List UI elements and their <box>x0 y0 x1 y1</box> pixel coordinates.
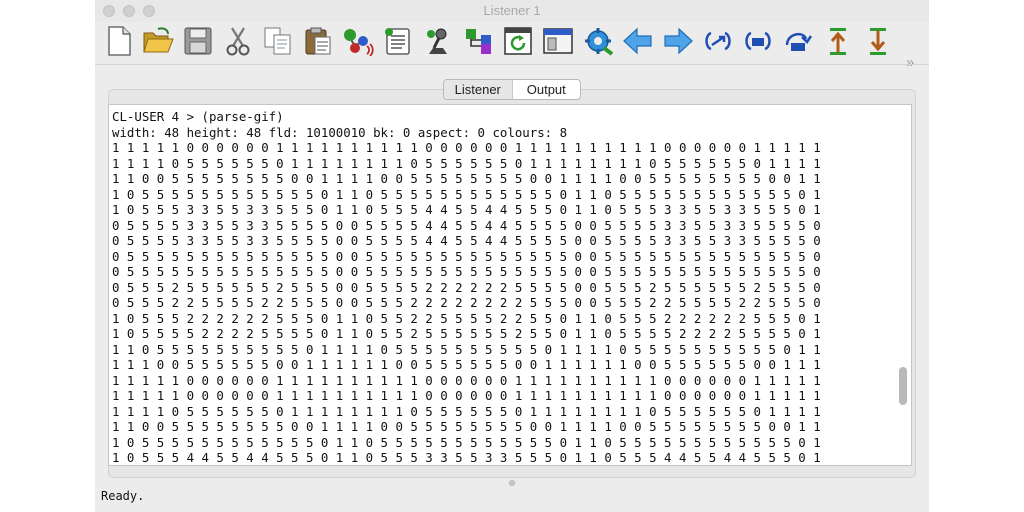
output-line: 0 5 5 5 2 5 5 5 5 5 5 2 5 5 5 0 0 5 5 5 … <box>112 279 821 295</box>
output-line: 1 0 5 5 5 5 5 5 5 5 5 5 5 5 0 1 1 0 5 5 … <box>112 186 821 202</box>
title-bar: Listener 1 <box>95 0 929 22</box>
upload-icon[interactable] <box>822 24 854 58</box>
browser-icon[interactable] <box>462 24 494 58</box>
listener-window: Listener 1 » Listener Output CL-USER 4 >… <box>95 0 929 512</box>
back-arrow-icon[interactable] <box>622 24 654 58</box>
paste-icon[interactable] <box>302 24 334 58</box>
forward-arrow-icon[interactable] <box>662 24 694 58</box>
tab-listener[interactable]: Listener <box>444 80 513 99</box>
window-title: Listener 1 <box>483 3 541 18</box>
output-line: 0 5 5 5 5 5 5 5 5 5 5 5 5 5 5 0 0 5 5 5 … <box>112 264 821 279</box>
toolbar-separator <box>95 64 929 65</box>
output-line: 1 1 0 0 5 5 5 5 5 5 5 5 0 0 1 1 1 1 0 0 … <box>112 419 821 434</box>
prompt-line: CL-USER 4 > (parse-gif) <box>112 109 284 124</box>
clipboard-list-icon[interactable] <box>382 24 414 58</box>
output-line: 0 5 5 5 5 5 5 5 5 5 5 5 5 5 5 0 0 5 5 5 … <box>112 248 821 264</box>
download-icon[interactable] <box>862 24 894 58</box>
open-folder-icon[interactable] <box>142 24 174 58</box>
output-line: 1 0 5 5 5 5 2 2 2 2 5 5 5 5 0 1 1 0 5 5 … <box>112 326 821 341</box>
output-line: 1 1 1 1 1 0 0 0 0 0 0 1 1 1 1 1 1 1 1 1 … <box>112 140 821 155</box>
expand-icon[interactable] <box>702 24 734 58</box>
window-icon[interactable] <box>542 24 574 58</box>
cut-icon[interactable] <box>222 24 254 58</box>
output-line: 1 1 1 1 0 5 5 5 5 5 5 0 1 1 1 1 1 1 1 1 … <box>112 403 821 419</box>
output-line: 1 1 1 1 1 0 0 0 0 0 0 1 1 1 1 1 1 1 1 1 … <box>112 372 821 388</box>
output-line: 1 0 5 5 5 3 3 5 5 3 3 5 5 5 0 1 1 0 5 5 … <box>112 202 821 217</box>
toolbar: » <box>95 22 929 71</box>
tab-bar: Listener Output <box>443 79 581 100</box>
save-icon[interactable] <box>182 24 214 58</box>
inspect-icon[interactable] <box>342 24 374 58</box>
output-line: 1 1 1 1 0 5 5 5 5 5 5 0 1 1 1 1 1 1 1 1 … <box>112 155 821 171</box>
output-line: 1 0 5 5 5 2 2 2 2 2 2 5 5 5 0 1 1 0 5 5 … <box>112 310 821 326</box>
listener-text-area[interactable]: CL-USER 4 > (parse-gif) width: 48 height:… <box>108 104 912 466</box>
status-text: Ready. <box>101 489 145 503</box>
output-line: 0 5 5 5 2 2 5 5 5 5 2 2 5 5 5 0 0 5 5 5 … <box>112 295 821 310</box>
new-file-icon[interactable] <box>103 24 135 58</box>
vertical-scrollbar-thumb[interactable] <box>899 367 907 405</box>
resize-grip[interactable] <box>509 480 515 486</box>
shrink-icon[interactable] <box>742 24 774 58</box>
output-line: 1 1 0 0 5 5 5 5 5 5 5 5 0 0 1 1 1 1 0 0 … <box>112 171 821 186</box>
output-line: 1 1 1 1 1 0 0 0 0 0 0 1 1 1 1 1 1 1 1 1 … <box>112 388 821 403</box>
output-line: 1 1 1 0 0 5 5 5 5 5 5 0 0 1 1 1 1 1 1 0 … <box>112 357 821 372</box>
output-line: 1 1 0 5 5 5 5 5 5 5 5 5 5 0 1 1 1 1 0 5 … <box>112 341 821 357</box>
settings-gear-icon[interactable] <box>582 24 614 58</box>
output-line: 1 0 5 5 5 5 5 5 5 5 5 5 5 5 0 1 1 0 5 5 … <box>112 434 821 450</box>
tools-icon[interactable] <box>422 24 454 58</box>
output-line: 0 5 5 5 5 3 3 5 5 3 3 5 5 5 5 0 0 5 5 5 … <box>112 217 821 233</box>
toolbar-overflow-icon[interactable]: » <box>906 54 915 71</box>
output-line: width: 48 height: 48 fld: 10100010 bk: 0… <box>112 124 568 140</box>
listener-lines: CL-USER 4 > (parse-gif) width: 48 height:… <box>112 109 821 465</box>
copy-icon[interactable] <box>262 24 294 58</box>
output-line: 1 0 5 5 5 4 4 5 5 4 4 5 5 5 0 1 1 0 5 5 … <box>112 450 821 465</box>
rotate-icon[interactable] <box>782 24 814 58</box>
refresh-icon[interactable] <box>502 24 534 58</box>
tab-output[interactable]: Output <box>513 80 581 99</box>
output-line: 0 5 5 5 5 3 3 5 5 3 3 5 5 5 5 0 0 5 5 5 … <box>112 233 821 248</box>
